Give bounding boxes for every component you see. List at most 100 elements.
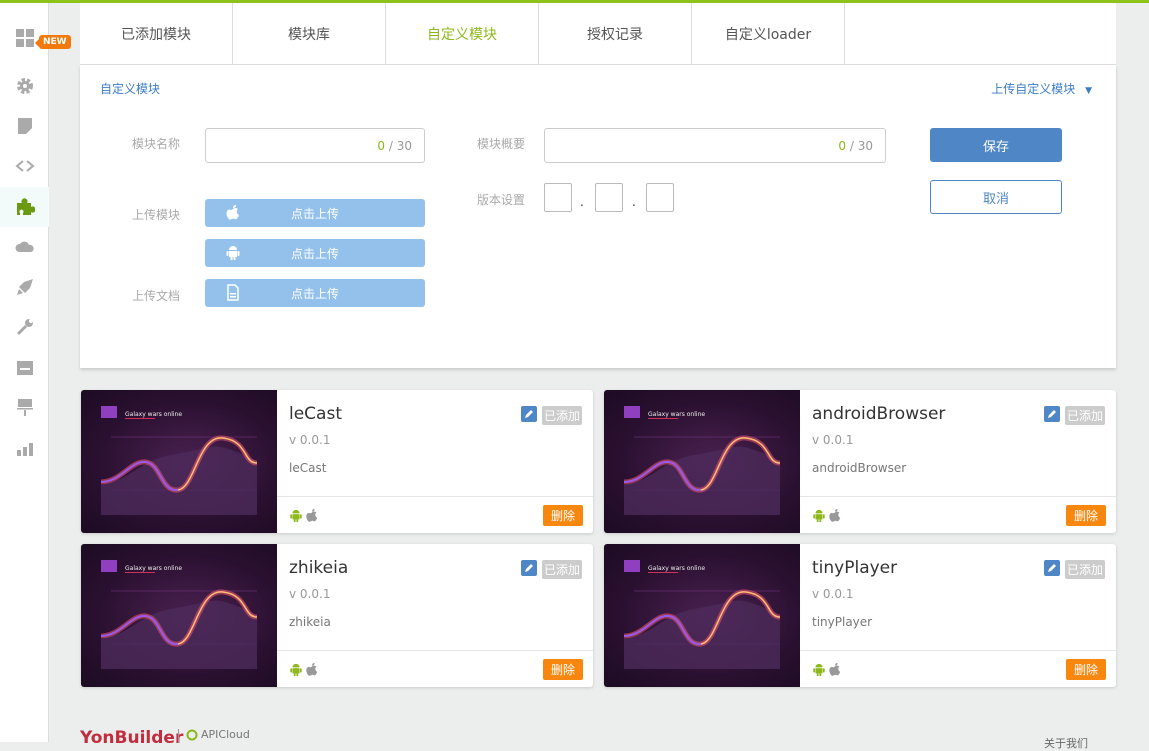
module-description: androidBrowser xyxy=(812,461,907,475)
sidebar-item-settings[interactable] xyxy=(0,66,49,106)
sidebar-item-docs[interactable] xyxy=(0,106,49,146)
apple-icon xyxy=(829,662,841,676)
cancel-button[interactable]: 取消 xyxy=(930,180,1062,214)
module-description: tinyPlayer xyxy=(812,615,873,629)
apicloud-logo: APICloud xyxy=(186,728,250,741)
thumbnail-title: Galaxy wars online xyxy=(125,411,182,418)
thumbnail-title: Galaxy wars online xyxy=(648,411,705,418)
panel-icon xyxy=(16,361,33,375)
module-description: zhikeia xyxy=(289,615,331,629)
apple-icon xyxy=(306,508,318,522)
edit-button[interactable] xyxy=(521,560,537,576)
added-status-badge: 已添加 xyxy=(542,406,583,425)
module-summary-input[interactable]: 0 / 30 xyxy=(544,128,886,163)
added-status-badge: 已添加 xyxy=(1065,560,1106,579)
tab-custom-modules[interactable]: 自定义模块 xyxy=(386,3,539,64)
upload-custom-module-dropdown[interactable]: 上传自定义模块 ▼ xyxy=(991,80,1092,97)
wrench-icon xyxy=(16,319,33,336)
version-patch-input[interactable] xyxy=(646,183,674,212)
footer-divider xyxy=(178,729,179,743)
module-version: v 0.0.1 xyxy=(812,433,854,447)
name-count: 0 xyxy=(377,139,386,153)
version-separator: . xyxy=(580,195,584,209)
android-icon xyxy=(290,509,302,523)
tab-module-library[interactable]: 模块库 xyxy=(233,3,386,64)
module-version: v 0.0.1 xyxy=(289,433,331,447)
about-us-link[interactable]: 关于我们 xyxy=(1044,735,1088,751)
delete-button[interactable]: 删除 xyxy=(1065,505,1106,526)
pencil-icon xyxy=(1048,410,1056,418)
save-button[interactable]: 保存 xyxy=(930,128,1062,162)
module-thumbnail: Galaxy wars online xyxy=(604,544,800,687)
tab-auth-records[interactable]: 授权记录 xyxy=(539,3,692,64)
sidebar-item-stats[interactable] xyxy=(0,428,49,468)
tab-bar: 已添加模块 模块库 自定义模块 授权记录 自定义loader xyxy=(80,3,1116,65)
module-name: zhikeia xyxy=(289,558,349,578)
version-separator: . xyxy=(632,195,636,209)
summary-max: / 30 xyxy=(849,139,873,153)
module-description: leCast xyxy=(289,461,327,475)
version-label: 版本设置 xyxy=(477,193,526,207)
puzzle-icon xyxy=(16,198,35,215)
upload-android-button[interactable]: 点击上传 xyxy=(205,239,425,267)
sidebar-item-code[interactable] xyxy=(0,146,49,186)
apicloud-text: APICloud xyxy=(201,728,250,741)
module-summary-label: 模块概要 xyxy=(477,137,526,151)
edit-button[interactable] xyxy=(1044,560,1060,576)
version-minor-input[interactable] xyxy=(595,183,623,212)
tab-custom-loader[interactable]: 自定义loader xyxy=(692,3,845,64)
upload-module-label: 上传模块 xyxy=(132,208,181,222)
android-icon xyxy=(290,663,302,677)
module-card: Galaxy wars online zhikeia 已添加 v 0.0.1 z… xyxy=(81,544,593,687)
sidebar-item-modules[interactable] xyxy=(0,187,49,227)
upload-ios-button[interactable]: 点击上传 xyxy=(205,199,425,227)
sidebar-item-terminal[interactable] xyxy=(0,348,49,388)
upload-doc-label: 上传文档 xyxy=(132,289,181,303)
bar-chart-icon xyxy=(16,443,33,456)
gear-icon xyxy=(16,78,33,94)
module-version: v 0.0.1 xyxy=(289,587,331,601)
delete-button[interactable]: 删除 xyxy=(1065,659,1106,680)
module-version: v 0.0.1 xyxy=(812,587,854,601)
added-status-badge: 已添加 xyxy=(542,560,583,579)
module-name-label: 模块名称 xyxy=(132,137,181,151)
pencil-icon xyxy=(525,564,533,572)
android-icon xyxy=(226,246,240,260)
module-name: leCast xyxy=(289,404,342,424)
delete-button[interactable]: 删除 xyxy=(542,659,583,680)
module-card: Galaxy wars online leCast 已添加 v 0.0.1 le… xyxy=(81,390,593,533)
new-badge: NEW xyxy=(35,35,71,49)
upload-doc-button[interactable]: 点击上传 xyxy=(205,279,425,307)
yonbuilder-logo: YonBuilder xyxy=(80,728,184,748)
upload-label: 点击上传 xyxy=(290,286,339,301)
module-thumbnail: Galaxy wars online xyxy=(81,390,277,533)
card-footer: 删除 xyxy=(277,650,593,687)
apple-icon xyxy=(226,205,239,220)
version-major-input[interactable] xyxy=(544,183,572,212)
sidebar-item-tools[interactable] xyxy=(0,307,49,347)
note-icon xyxy=(17,118,32,134)
module-name-input[interactable]: 0 / 30 xyxy=(205,128,425,163)
module-thumbnail: Galaxy wars online xyxy=(81,544,277,687)
edit-button[interactable] xyxy=(521,406,537,422)
upload-label: 点击上传 xyxy=(290,246,339,261)
module-name: tinyPlayer xyxy=(812,558,898,578)
card-footer: 删除 xyxy=(277,496,593,533)
upload-label: 点击上传 xyxy=(290,206,339,221)
module-thumbnail: Galaxy wars online xyxy=(604,390,800,533)
upload-custom-label: 上传自定义模块 xyxy=(991,82,1076,96)
thumbnail-title: Galaxy wars online xyxy=(125,565,182,572)
added-status-badge: 已添加 xyxy=(1065,406,1106,425)
pencil-icon xyxy=(525,410,533,418)
name-max: / 30 xyxy=(388,139,412,153)
sidebar-item-publish[interactable] xyxy=(0,267,49,307)
sidebar-item-cloud[interactable] xyxy=(0,227,49,267)
module-card: Galaxy wars online tinyPlayer 已添加 v 0.0.… xyxy=(604,544,1116,687)
tab-added-modules[interactable]: 已添加模块 xyxy=(80,3,233,64)
document-icon xyxy=(227,284,239,301)
delete-button[interactable]: 删除 xyxy=(542,505,583,526)
custom-module-form: 自定义模块 上传自定义模块 ▼ 模块名称 0 / 30 模块概要 0 / 30 … xyxy=(80,65,1116,368)
module-card: Galaxy wars online androidBrowser 已添加 v … xyxy=(604,390,1116,533)
edit-button[interactable] xyxy=(1044,406,1060,422)
sidebar-item-ads[interactable] xyxy=(0,388,49,428)
